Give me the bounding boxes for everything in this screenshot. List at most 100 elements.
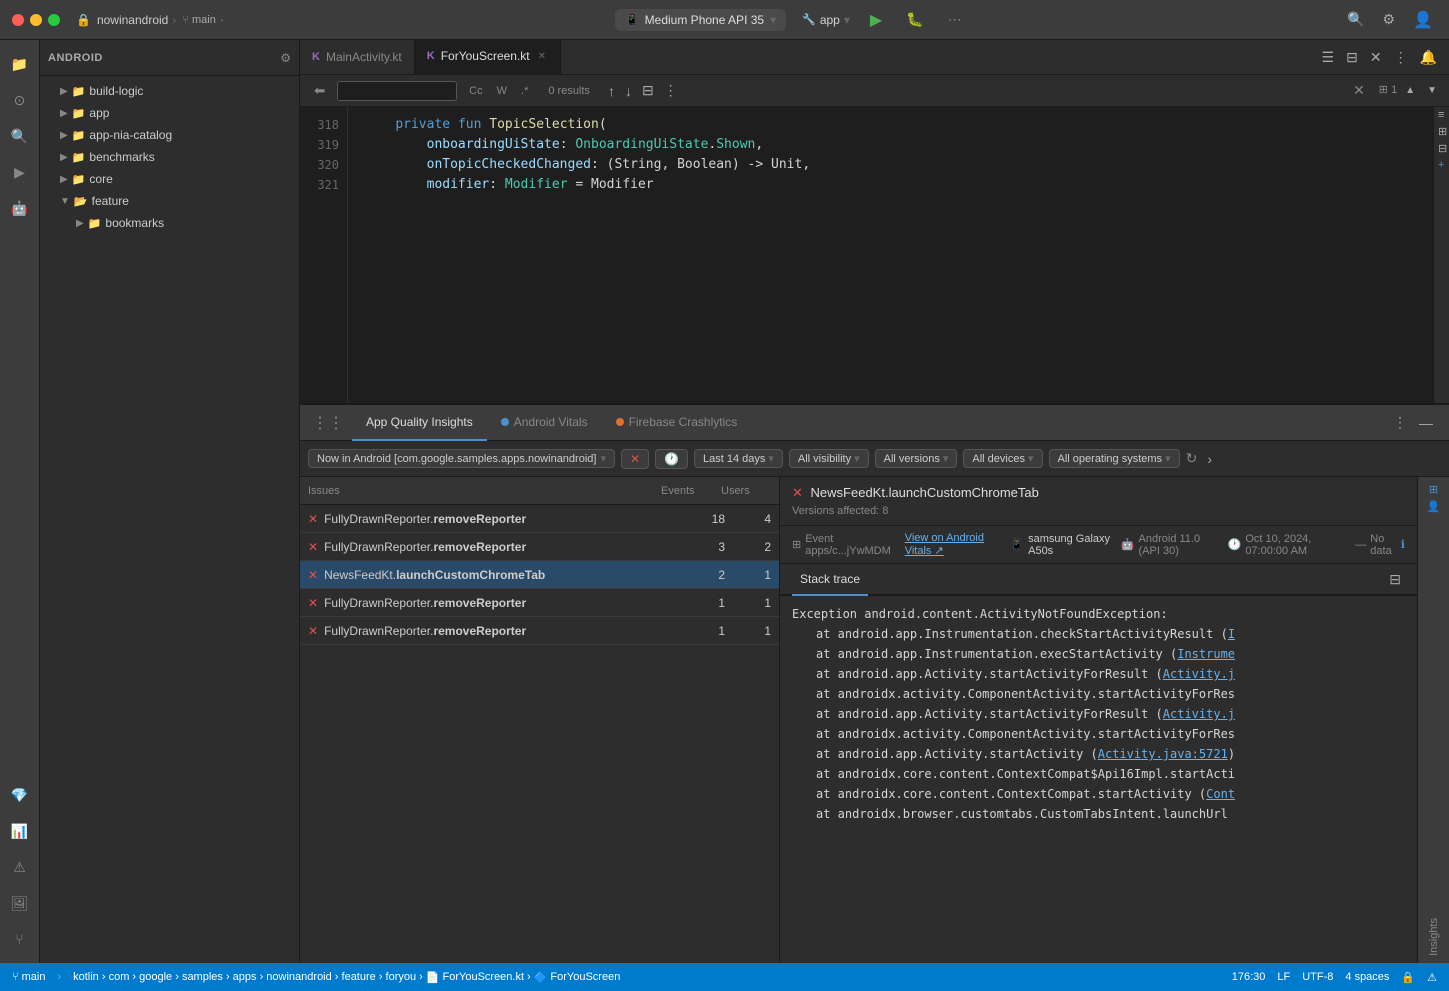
find-prev-icon[interactable]: ⬅: [308, 81, 331, 101]
code-content[interactable]: private fun TopicSelection( onboardingUi…: [348, 107, 1433, 403]
branch-indicator[interactable]: ⑂ main ▾: [182, 14, 225, 26]
prev-result-icon[interactable]: ↑: [604, 80, 619, 101]
activity-image-icon[interactable]: 🖼: [4, 887, 36, 919]
indent-status[interactable]: 4 spaces: [1341, 971, 1393, 983]
fold-down-icon[interactable]: ▼: [1423, 83, 1441, 98]
close-tab-icon[interactable]: ✕: [536, 49, 548, 64]
editor-right-action-1[interactable]: ≡: [1434, 107, 1449, 123]
issue-row-1[interactable]: ✕ FullyDrawnReporter.removeReporter 3 2: [300, 533, 779, 561]
tab-stack-trace[interactable]: Stack trace: [792, 564, 868, 596]
aqi-options-button[interactable]: ⋮: [1389, 412, 1411, 433]
aqi-minimize-button[interactable]: —: [1415, 412, 1437, 433]
detail-meta: ⊞ Event apps/c...jYwMDM View on Android …: [780, 526, 1417, 564]
tab-foryouscreen[interactable]: K ForYouScreen.kt ✕: [415, 40, 561, 75]
editor-right-action-3[interactable]: ⊟: [1434, 140, 1449, 157]
tab-firebase-crashlytics[interactable]: Firebase Crashlytics: [602, 405, 752, 441]
user-icon[interactable]: 👤: [1423, 498, 1445, 515]
activity-search-icon[interactable]: 🔍: [4, 120, 36, 152]
activity-warning-icon[interactable]: ⚠: [4, 851, 36, 883]
settings-button[interactable]: ⚙: [1379, 9, 1400, 30]
devices-filter-dropdown[interactable]: All devices ▾: [963, 449, 1042, 468]
activity-chart-icon[interactable]: 📊: [4, 815, 36, 847]
filter-clock-button[interactable]: 🕐: [655, 449, 688, 469]
tab-list-icon[interactable]: ☰: [1318, 47, 1339, 68]
stack-link-7[interactable]: Activity.java:5721: [1098, 747, 1228, 761]
minimize-button[interactable]: [30, 14, 42, 26]
notifications-icon[interactable]: 🔔: [1416, 47, 1441, 68]
device-selector[interactable]: 📱 Medium Phone API 35 ▾: [615, 9, 786, 31]
close-editor-icon[interactable]: ✕: [1366, 47, 1386, 68]
tree-item-feature[interactable]: ▼ 📂 feature: [40, 190, 299, 212]
branch-status[interactable]: ⑂ main: [8, 971, 49, 983]
activity-run-icon[interactable]: ▶: [4, 156, 36, 188]
issue-row-3[interactable]: ✕ FullyDrawnReporter.removeReporter 1 1: [300, 589, 779, 617]
run-button[interactable]: ▶: [866, 8, 886, 32]
tab-mainactivity[interactable]: K MainActivity.kt: [300, 40, 415, 75]
fold-up-icon[interactable]: ▲: [1401, 83, 1419, 98]
insights-vertical-label[interactable]: Insights: [1428, 910, 1440, 956]
details-icon[interactable]: ⊞: [1425, 481, 1442, 498]
maximize-button[interactable]: [48, 14, 60, 26]
regex-option[interactable]: .*: [515, 83, 534, 99]
whole-word-option[interactable]: W: [491, 83, 513, 99]
project-name[interactable]: nowinandroid ›: [97, 13, 176, 27]
visibility-filter-dropdown[interactable]: All visibility ▾: [789, 449, 869, 468]
stack-link-5[interactable]: Activity.j: [1163, 707, 1235, 721]
warning-status[interactable]: ⚠: [1423, 971, 1441, 984]
editor-right-action-2[interactable]: ⊞: [1434, 123, 1449, 140]
tree-item-app-nia-catalog[interactable]: ▶ 📁 app-nia-catalog: [40, 124, 299, 146]
aqi-toolbar: Now in Android [com.google.samples.apps.…: [300, 441, 1449, 477]
more-actions-button[interactable]: ⋯: [944, 9, 966, 30]
close-button[interactable]: [12, 14, 24, 26]
tab-app-quality-insights[interactable]: App Quality Insights: [352, 405, 487, 441]
activity-git-icon[interactable]: ⑂: [4, 923, 36, 955]
stack-link-1[interactable]: I: [1228, 627, 1235, 641]
app-selector[interactable]: 🔧 app ▾: [802, 13, 850, 27]
activity-android-icon[interactable]: 🤖: [4, 192, 36, 224]
refresh-icon[interactable]: ↻: [1186, 450, 1198, 467]
tree-item-benchmarks[interactable]: ▶ 📁 benchmarks: [40, 146, 299, 168]
lock-icon-status[interactable]: 🔒: [1397, 971, 1419, 984]
tree-item-build-logic[interactable]: ▶ 📁 build-logic: [40, 80, 299, 102]
search-button[interactable]: 🔍: [1343, 9, 1368, 30]
case-sensitive-option[interactable]: Cc: [463, 83, 488, 99]
stack-link-3[interactable]: Activity.j: [1163, 667, 1235, 681]
os-filter-dropdown[interactable]: All operating systems ▾: [1049, 449, 1180, 468]
issue-row-2[interactable]: ✕ NewsFeedKt.launchCustomChromeTab 2 1: [300, 561, 779, 589]
close-find-bar-button[interactable]: ✕: [1353, 82, 1365, 99]
issue-row-0[interactable]: ✕ FullyDrawnReporter.removeReporter 18 4: [300, 505, 779, 533]
find-input[interactable]: [337, 81, 457, 101]
activity-vcs-icon[interactable]: ⊙: [4, 84, 36, 116]
editor-right-action-4[interactable]: +: [1434, 157, 1449, 173]
app-selector-dropdown[interactable]: Now in Android [com.google.samples.apps.…: [308, 449, 615, 468]
stack-link-2[interactable]: Instrume: [1177, 647, 1235, 661]
charset-status[interactable]: UTF-8: [1298, 971, 1337, 983]
view-on-vitals-link[interactable]: View on Android Vitals ↗: [905, 532, 1003, 557]
breadcrumb-status[interactable]: kotlin › com › google › samples › apps ›…: [69, 971, 624, 984]
position-status[interactable]: 176:30: [1228, 971, 1270, 983]
debug-button[interactable]: 🐛: [902, 9, 927, 30]
versions-filter-dropdown[interactable]: All versions ▾: [875, 449, 958, 468]
stack-link-9[interactable]: Cont: [1206, 787, 1235, 801]
info-icon[interactable]: ℹ: [1401, 538, 1405, 551]
stack-trace-content[interactable]: Exception android.content.ActivityNotFou…: [780, 596, 1417, 963]
time-filter-dropdown[interactable]: Last 14 days ▾: [694, 449, 783, 468]
sidebar-settings-icon[interactable]: ⚙: [280, 51, 291, 65]
issue-row-4[interactable]: ✕ FullyDrawnReporter.removeReporter 1 1: [300, 617, 779, 645]
filter-results-icon[interactable]: ⊟: [638, 80, 658, 101]
next-result-icon[interactable]: ↓: [621, 80, 636, 101]
filter-close-button[interactable]: ✕: [621, 449, 649, 469]
tree-item-app[interactable]: ▶ 📁 app: [40, 102, 299, 124]
more-find-options-icon[interactable]: ⋮: [660, 80, 682, 101]
activity-folder-icon[interactable]: 📁: [4, 48, 36, 80]
line-ending-status[interactable]: LF: [1273, 971, 1294, 983]
more-options-icon[interactable]: ⋮: [1390, 47, 1412, 68]
profile-button[interactable]: 👤: [1409, 8, 1437, 32]
split-editor-icon[interactable]: ⊟: [1342, 47, 1362, 68]
toolbar-expand-icon[interactable]: ›: [1203, 449, 1216, 469]
tree-item-bookmarks[interactable]: ▶ 📁 bookmarks: [40, 212, 299, 234]
tree-item-core[interactable]: ▶ 📁 core: [40, 168, 299, 190]
activity-gem-icon[interactable]: 💎: [4, 779, 36, 811]
stack-filter-icon[interactable]: ⊟: [1385, 569, 1405, 590]
tab-android-vitals[interactable]: Android Vitals: [487, 405, 602, 441]
